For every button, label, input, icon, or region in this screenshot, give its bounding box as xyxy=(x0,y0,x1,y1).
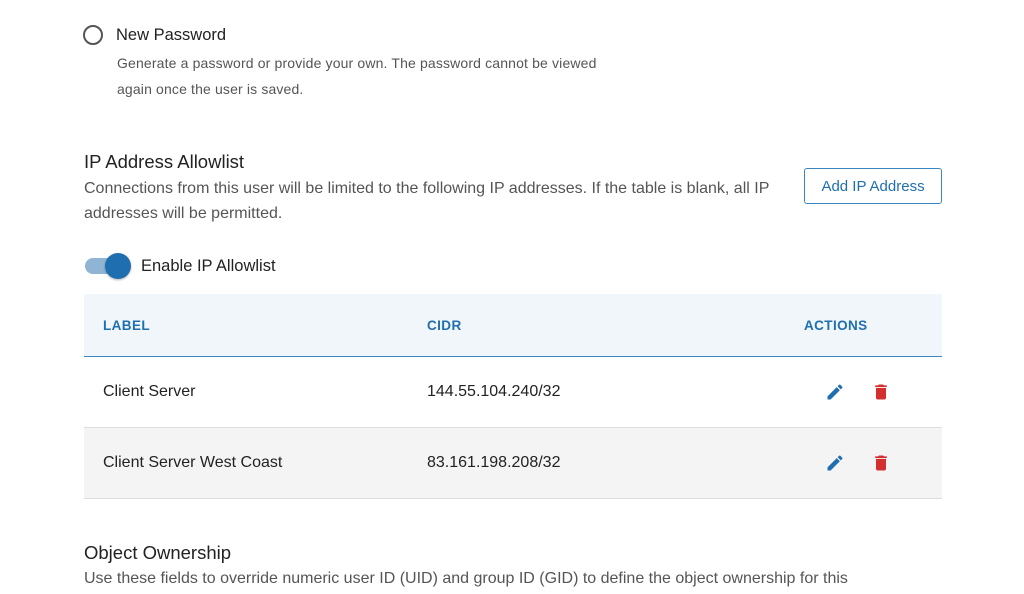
column-header-actions: ACTIONS xyxy=(804,317,868,333)
table-header: LABEL CIDR ACTIONS xyxy=(84,294,942,357)
row-cidr: 83.161.198.208/32 xyxy=(427,454,561,471)
ip-allowlist-toggle-row: Enable IP Allowlist xyxy=(85,253,276,279)
new-password-label: New Password xyxy=(116,25,227,44)
ip-allowlist-title: IP Address Allowlist xyxy=(84,151,245,172)
user-settings-page: New Password Generate a password or prov… xyxy=(0,0,1024,594)
column-header-cidr: CIDR xyxy=(427,317,462,333)
toggle-knob xyxy=(105,253,131,279)
column-header-label: LABEL xyxy=(103,317,150,333)
row-label: Client Server West Coast xyxy=(103,454,283,471)
pencil-icon[interactable] xyxy=(823,380,847,404)
row-actions xyxy=(804,380,942,404)
row-label: Client Server xyxy=(103,383,196,400)
new-password-help-line: Generate a password or provide your own.… xyxy=(117,55,597,71)
object-ownership-description: Use these fields to override numeric use… xyxy=(84,570,848,587)
table-row: Client Server 144.55.104.240/32 xyxy=(84,357,942,428)
new-password-radio[interactable] xyxy=(83,25,103,45)
enable-ip-allowlist-toggle[interactable] xyxy=(85,253,131,279)
table-row: Client Server West Coast 83.161.198.208/… xyxy=(84,428,942,499)
trash-icon[interactable] xyxy=(869,380,893,404)
new-password-help: Generate a password or provide your own.… xyxy=(117,50,677,102)
ip-allowlist-description: Connections from this user will be limit… xyxy=(84,180,770,222)
trash-icon[interactable] xyxy=(869,451,893,475)
row-cidr: 144.55.104.240/32 xyxy=(427,383,561,400)
new-password-option[interactable]: New Password xyxy=(83,25,226,45)
pencil-icon[interactable] xyxy=(823,451,847,475)
add-ip-address-button[interactable]: Add IP Address xyxy=(804,168,942,204)
row-actions xyxy=(804,451,942,475)
new-password-help-line: again once the user is saved. xyxy=(117,81,304,97)
ip-allowlist-table: LABEL CIDR ACTIONS Client Server 144.55.… xyxy=(84,294,942,499)
object-ownership-title: Object Ownership xyxy=(84,542,232,563)
enable-ip-allowlist-label: Enable IP Allowlist xyxy=(141,256,276,275)
